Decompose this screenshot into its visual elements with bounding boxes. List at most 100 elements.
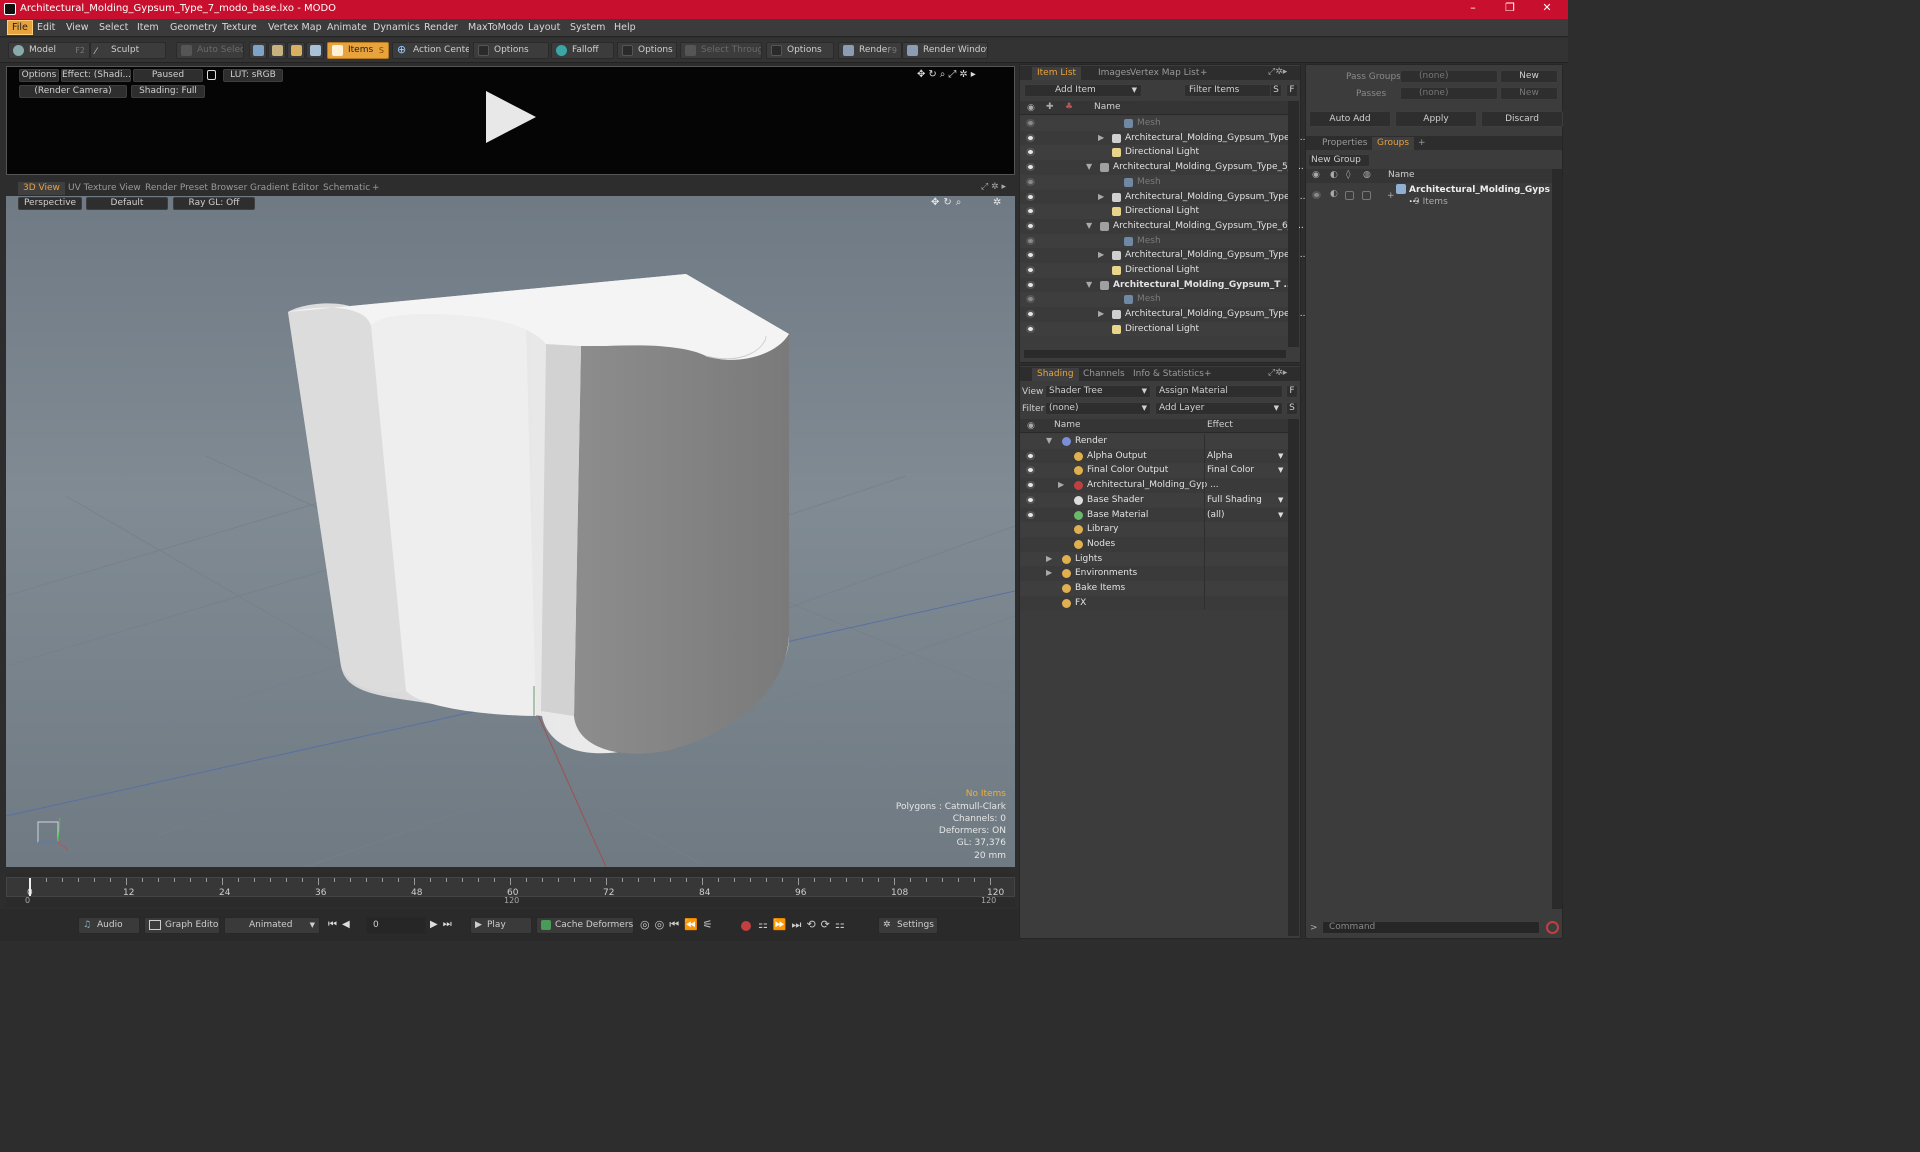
collapse-icon[interactable]: ▼: [1086, 160, 1092, 175]
viewport-style-dropdown[interactable]: Default: [86, 197, 168, 210]
tab-properties[interactable]: Properties: [1322, 137, 1367, 150]
tab-3d-view[interactable]: 3D View: [18, 182, 65, 195]
shader-tree-row[interactable]: ▶ Architectural_Molding_Gyp ...: [1020, 478, 1288, 493]
item-list-row[interactable]: Directional Light: [1020, 263, 1288, 278]
tab-images[interactable]: Images: [1098, 67, 1131, 80]
expand-icon[interactable]: ▶: [1058, 478, 1064, 493]
falloff-options-button[interactable]: Options: [617, 42, 677, 59]
add-tab-button[interactable]: +: [372, 182, 380, 195]
shader-tree-row[interactable]: Alpha Output Alpha ▼: [1020, 448, 1288, 464]
shader-tree-row[interactable]: FX: [1020, 595, 1288, 611]
groups-scrollbar[interactable]: [1552, 169, 1562, 909]
menu-help[interactable]: Help: [614, 22, 636, 33]
shading-scrollbar[interactable]: [1288, 419, 1299, 936]
command-history-icon[interactable]: [1546, 921, 1559, 934]
settings-button[interactable]: ✲ Settings: [878, 917, 938, 934]
eye-icon[interactable]: [1026, 133, 1035, 142]
shading-dropdown[interactable]: Shading: Full: [131, 85, 205, 98]
collapse-icon[interactable]: ▼: [1086, 219, 1092, 234]
item-list-row[interactable]: ▶ Architectural_Molding_Gypsum_Type_ ...: [1020, 248, 1305, 263]
render-button[interactable]: Render F9: [838, 42, 902, 59]
graph-editor-button[interactable]: Graph Editor: [144, 917, 220, 934]
add-tab-button[interactable]: +: [1204, 368, 1212, 381]
preview-options-button[interactable]: Options: [19, 69, 59, 82]
menu-item[interactable]: Item: [137, 22, 159, 33]
item-list-row[interactable]: ▼ Architectural_Molding_Gypsum_Type_5_ ..…: [1020, 160, 1304, 175]
eye-icon[interactable]: [1026, 495, 1035, 504]
new-pass-group-button[interactable]: New: [1500, 70, 1558, 83]
layer-effect[interactable]: Final Color: [1207, 463, 1254, 478]
edges-mode-button[interactable]: [268, 42, 286, 59]
eye-icon[interactable]: [1026, 207, 1035, 216]
shader-tree-row[interactable]: Base Material (all) ▼: [1020, 507, 1288, 523]
item-list-row[interactable]: Directional Light: [1020, 321, 1288, 337]
new-group-button[interactable]: New Group: [1308, 154, 1370, 167]
item-list-row[interactable]: Mesh: [1020, 292, 1288, 308]
materials-mode-button[interactable]: [306, 42, 324, 59]
item-list-scrollbar[interactable]: [1288, 101, 1299, 347]
menu-maxtomodo[interactable]: MaxToModo: [468, 22, 524, 33]
filter-dropdown[interactable]: (none) ▼: [1045, 402, 1151, 415]
record-icon[interactable]: [741, 921, 751, 931]
shader-tree-row[interactable]: ▶ Environments: [1020, 566, 1288, 581]
action-center-button[interactable]: ⊕ Action Center: [392, 42, 470, 59]
lock-icon[interactable]: [207, 70, 216, 80]
expand-icon[interactable]: +: [1387, 191, 1395, 201]
play-button[interactable]: ▶ Play: [470, 917, 532, 934]
auto-select-button[interactable]: Auto Select: [176, 42, 244, 59]
layer-effect[interactable]: (all): [1207, 508, 1225, 523]
preview-paused-button[interactable]: Paused: [133, 69, 203, 82]
timeline[interactable]: 01224364860728496108120 0 120 120: [6, 873, 1015, 907]
play-icon[interactable]: [482, 89, 538, 145]
projection-dropdown[interactable]: Perspective: [18, 197, 82, 210]
filter-f-button[interactable]: F: [1286, 84, 1298, 97]
eye-icon[interactable]: [1312, 191, 1321, 199]
expand-icon[interactable]: ▶: [1098, 190, 1104, 205]
expand-icon[interactable]: ▶: [1046, 566, 1052, 581]
lock-checkbox[interactable]: [1345, 191, 1354, 200]
frame-field[interactable]: 0: [366, 917, 426, 934]
eye-icon[interactable]: [1026, 466, 1035, 475]
expand-icon[interactable]: ▶: [1046, 552, 1052, 567]
preview-effect-dropdown[interactable]: Effect: (Shadi...: [61, 69, 131, 82]
render-window-button[interactable]: Render Window: [902, 42, 988, 59]
passes-dropdown[interactable]: (none): [1400, 87, 1498, 100]
panel-settings-icon[interactable]: ⤢✲▸: [1268, 67, 1287, 77]
select-through-button[interactable]: Select Through: [680, 42, 762, 59]
shading-f-button[interactable]: F: [1286, 385, 1298, 398]
shader-tree-row[interactable]: ▼ Render: [1020, 434, 1288, 449]
menu-texture[interactable]: Texture: [222, 22, 257, 33]
add-item-dropdown[interactable]: Add Item ▼: [1024, 84, 1142, 97]
eye-icon[interactable]: [1026, 192, 1035, 201]
shader-tree-row[interactable]: Nodes: [1020, 536, 1288, 552]
eye-icon[interactable]: [1026, 119, 1035, 127]
add-tab-button[interactable]: +: [1418, 137, 1426, 150]
layer-effect[interactable]: Full Shading: [1207, 493, 1262, 508]
tab-item-list[interactable]: Item List: [1032, 67, 1082, 80]
new-pass-button[interactable]: New: [1500, 87, 1558, 100]
item-list-row[interactable]: ▶ Architectural_Molding_Gypsum_Type_ ...: [1020, 189, 1305, 205]
add-layer-dropdown[interactable]: Add Layer ▼: [1155, 402, 1283, 415]
collapse-icon[interactable]: ▼: [1086, 278, 1092, 293]
item-list-row[interactable]: Mesh: [1020, 233, 1288, 249]
tab-gradient-editor[interactable]: Gradient Editor: [250, 182, 319, 195]
eye-icon[interactable]: [1026, 251, 1035, 260]
raygl-toggle[interactable]: Ray GL: Off: [173, 197, 255, 210]
chevron-down-icon[interactable]: ▼: [1278, 508, 1283, 523]
tab-channels[interactable]: Channels: [1083, 368, 1125, 381]
polygons-mode-button[interactable]: [287, 42, 305, 59]
add-tab-button[interactable]: +: [1200, 67, 1208, 80]
preview-nav-icons[interactable]: ✥↻⌕⤢✲▸: [917, 69, 979, 80]
shader-tree-row[interactable]: Base Shader Full Shading ▼: [1020, 492, 1288, 508]
item-list-row[interactable]: Mesh: [1020, 116, 1288, 131]
tab-shading[interactable]: Shading: [1032, 368, 1079, 381]
item-list-row[interactable]: Directional Light: [1020, 204, 1288, 219]
chevron-down-icon[interactable]: ▼: [1278, 449, 1283, 464]
filter-s-button[interactable]: S: [1270, 84, 1282, 97]
maximize-button[interactable]: ❐: [1495, 1, 1525, 14]
menu-layout[interactable]: Layout: [528, 22, 560, 33]
key-controls[interactable]: ◎◎⏮⏪⚟: [640, 918, 718, 932]
menu-system[interactable]: System: [570, 22, 605, 33]
collapse-icon[interactable]: ▼: [1046, 434, 1052, 449]
playhead[interactable]: [29, 878, 31, 896]
